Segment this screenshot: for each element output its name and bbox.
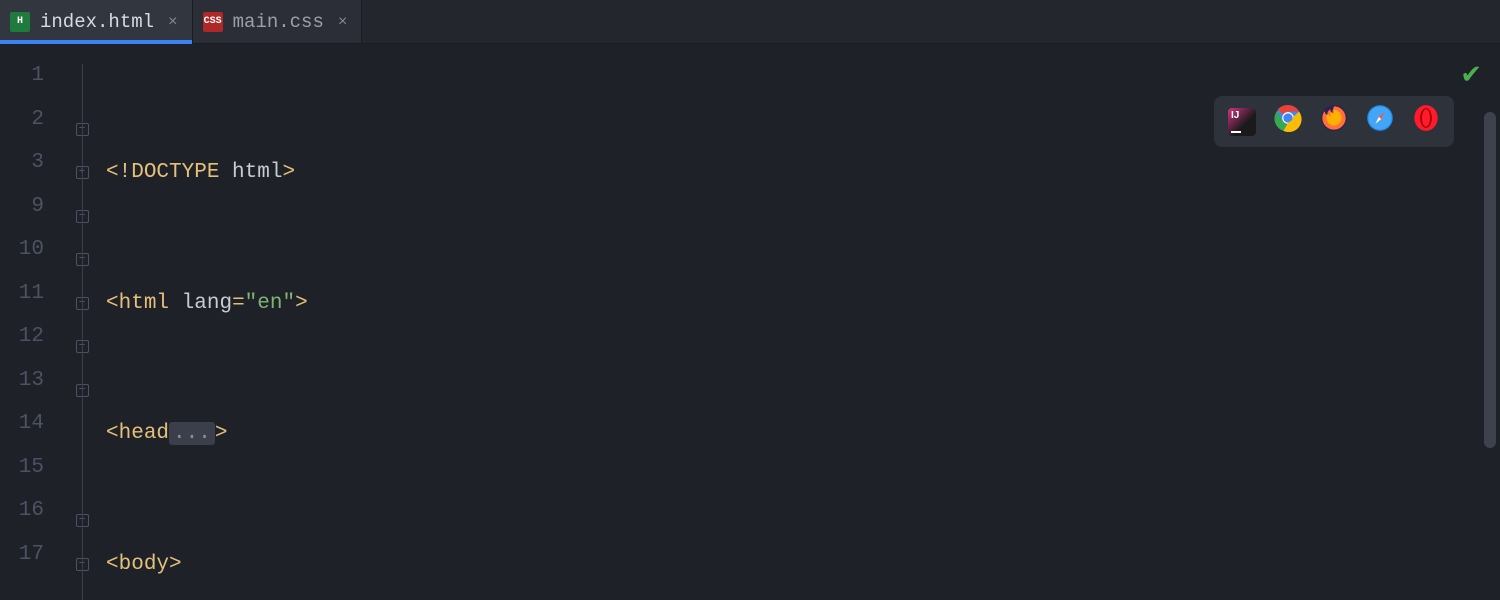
fold-marker: [58, 412, 106, 456]
tab-label: main.css: [233, 11, 324, 33]
opera-icon[interactable]: [1412, 104, 1440, 139]
fold-collapse-icon[interactable]: −: [58, 238, 106, 282]
close-icon[interactable]: ×: [338, 13, 348, 31]
tag: head: [119, 422, 169, 445]
html-file-icon: H: [10, 12, 30, 32]
line-number-gutter: 1 2 3 9 10 11 12 13 14 15 16 17: [0, 44, 58, 600]
css-file-icon: CSS: [203, 12, 223, 32]
line-number: 9: [0, 195, 58, 239]
fold-collapse-icon[interactable]: −: [58, 195, 106, 239]
tag: html: [119, 292, 169, 315]
punct: <!: [106, 161, 131, 184]
punct: <: [106, 553, 119, 576]
string: "en": [245, 292, 295, 315]
code-line[interactable]: <head...>: [106, 412, 1500, 456]
code-line[interactable]: <html lang="en">: [106, 282, 1500, 326]
fold-collapse-icon[interactable]: −: [58, 282, 106, 326]
fold-collapse-icon[interactable]: −: [58, 543, 106, 587]
line-number: 12: [0, 325, 58, 369]
safari-icon[interactable]: [1366, 104, 1394, 139]
tab-main-css[interactable]: CSS main.css ×: [193, 0, 363, 43]
fold-expand-icon[interactable]: +: [58, 151, 106, 195]
attr: lang: [182, 292, 232, 315]
fold-gutter: − + − − − − − − −: [58, 44, 106, 600]
browser-preview-bar: IJ: [1214, 96, 1454, 147]
line-number: 3: [0, 151, 58, 195]
line-number: 15: [0, 456, 58, 500]
fold-collapse-icon[interactable]: −: [58, 369, 106, 413]
punct: =: [232, 292, 245, 315]
code-line[interactable]: <body>: [106, 543, 1500, 587]
line-number: 2: [0, 108, 58, 152]
tab-bar: H index.html × CSS main.css ×: [0, 0, 1500, 44]
punct: <: [106, 422, 119, 445]
punct: >: [282, 161, 295, 184]
firefox-icon[interactable]: [1320, 104, 1348, 139]
line-number: 13: [0, 369, 58, 413]
punct: >: [169, 553, 182, 576]
doctype: DOCTYPE: [131, 161, 219, 184]
inspection-ok-icon[interactable]: ✔: [1460, 60, 1482, 91]
fold-collapse-icon[interactable]: −: [58, 325, 106, 369]
fold-collapse-icon[interactable]: −: [58, 499, 106, 543]
fold-marker: [58, 64, 106, 108]
punct: <: [106, 292, 119, 315]
close-icon[interactable]: ×: [168, 13, 178, 31]
code-line[interactable]: <!DOCTYPE html>: [106, 151, 1500, 195]
vertical-scrollbar[interactable]: [1484, 112, 1496, 592]
line-number: 10: [0, 238, 58, 282]
fold-marker: [58, 456, 106, 500]
intellij-icon[interactable]: IJ: [1228, 108, 1256, 136]
tab-index-html[interactable]: H index.html ×: [0, 0, 193, 43]
line-number: 1: [0, 64, 58, 108]
line-number: 17: [0, 543, 58, 587]
punct: >: [215, 422, 228, 445]
line-number: 11: [0, 282, 58, 326]
punct: >: [295, 292, 308, 315]
line-number: 16: [0, 499, 58, 543]
tab-label: index.html: [40, 11, 154, 33]
chrome-icon[interactable]: [1274, 104, 1302, 139]
text: html: [219, 161, 282, 184]
scrollbar-thumb[interactable]: [1484, 112, 1496, 448]
fold-ellipsis[interactable]: ...: [169, 422, 215, 445]
tag: body: [119, 553, 169, 576]
fold-collapse-icon[interactable]: −: [58, 108, 106, 152]
line-number: 14: [0, 412, 58, 456]
